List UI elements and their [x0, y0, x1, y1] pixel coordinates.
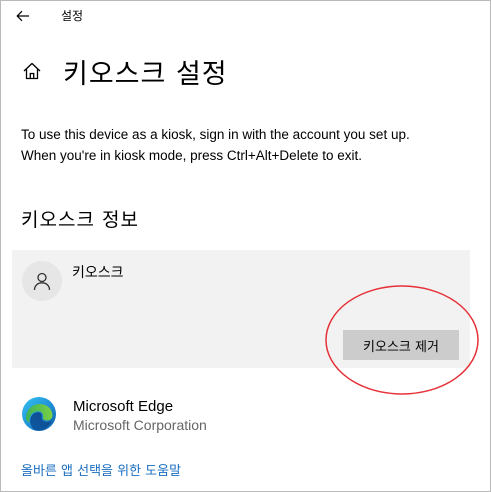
title-bar: 설정	[1, 1, 490, 31]
back-arrow-icon	[16, 10, 29, 22]
app-publisher: Microsoft Corporation	[73, 417, 207, 433]
remove-kiosk-button[interactable]: 키오스크 제거	[343, 330, 459, 360]
back-button[interactable]	[7, 1, 39, 31]
help-link[interactable]: 올바른 앱 선택을 위한 도움말	[21, 460, 181, 479]
description-line-2: When you're in kiosk mode, press Ctrl+Al…	[21, 148, 362, 163]
page-title: 키오스크 설정	[63, 58, 228, 90]
description-line-1: To use this device as a kiosk, sign in w…	[21, 127, 410, 142]
avatar	[22, 261, 62, 301]
app-name: Microsoft Edge	[73, 398, 174, 415]
microsoft-edge-icon	[22, 397, 56, 431]
window-title: 설정	[61, 9, 84, 23]
home-icon[interactable]	[21, 60, 43, 82]
app-item-microsoft-edge[interactable]: Microsoft Edge Microsoft Corporation	[21, 395, 321, 435]
person-icon	[33, 272, 51, 291]
kiosk-description: To use this device as a kiosk, sign in w…	[21, 124, 476, 166]
settings-window: 설정 키오스크 설정 To use this device as a kiosk…	[0, 0, 491, 492]
page-header: 키오스크 설정	[21, 51, 228, 91]
kiosk-info-heading: 키오스크 정보	[21, 209, 139, 231]
kiosk-account-name: 키오스크	[72, 265, 124, 281]
kiosk-account-card[interactable]: 키오스크 키오스크 제거	[12, 250, 470, 368]
